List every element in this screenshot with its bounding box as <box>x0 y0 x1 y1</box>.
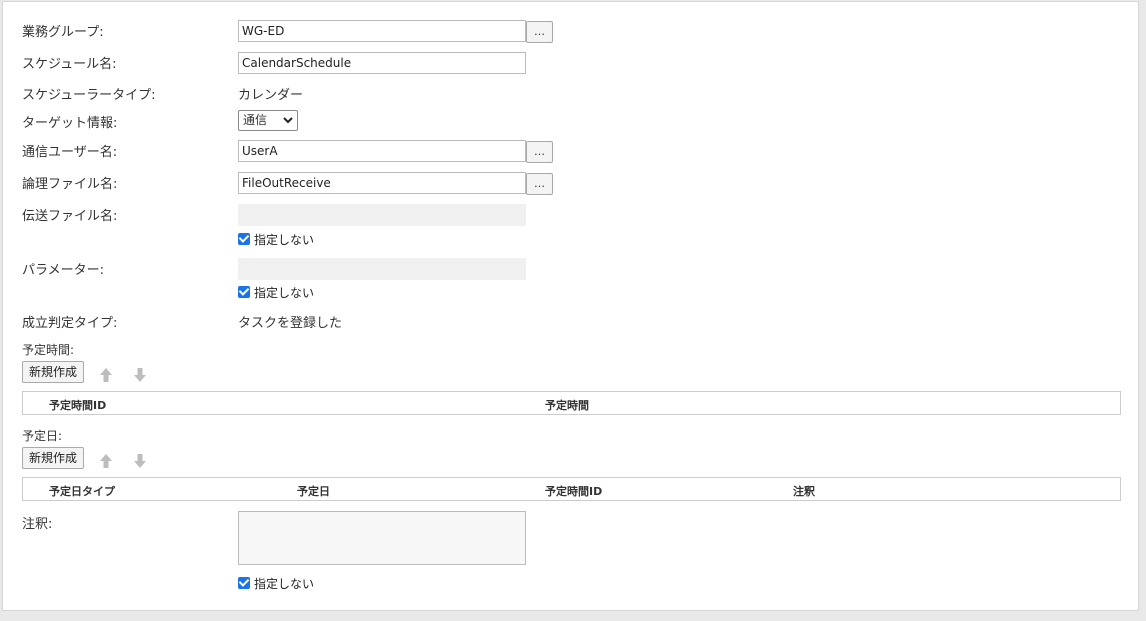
checkbox-checked-icon[interactable] <box>238 577 250 589</box>
group-label: 業務グループ: <box>22 25 104 40</box>
parameter-not-specified[interactable]: 指定しない <box>238 284 314 300</box>
schedule-name-input[interactable]: CalendarSchedule <box>238 52 526 74</box>
schedule-date-label: 予定日: <box>22 429 63 443</box>
logical-file-browse-button[interactable]: … <box>526 173 553 195</box>
scheduler-type-value: カレンダー <box>238 88 304 103</box>
success-type-label: 成立判定タイプ: <box>22 316 118 331</box>
arrow-up-icon[interactable] <box>99 453 113 469</box>
checkbox-checked-icon[interactable] <box>238 233 250 245</box>
transfer-file-input[interactable] <box>238 204 526 226</box>
notes-textarea[interactable] <box>238 511 526 565</box>
group-browse-button[interactable]: … <box>526 21 553 43</box>
transfer-file-label: 伝送ファイル名: <box>22 209 118 224</box>
column-header: 予定時間ID <box>545 485 603 498</box>
arrow-down-icon[interactable] <box>133 367 147 383</box>
chevron-down-icon <box>283 111 293 137</box>
column-header: 予定日 <box>297 485 330 498</box>
schedule-time-new-button[interactable]: 新規作成 <box>22 361 85 383</box>
notes-label: 注釈: <box>22 517 53 532</box>
comm-user-browse-button[interactable]: … <box>526 141 553 163</box>
parameter-not-specified-label: 指定しない <box>254 286 315 300</box>
schedule-date-new-button[interactable]: 新規作成 <box>22 447 85 469</box>
schedule-time-label: 予定時間: <box>22 343 75 357</box>
column-header: 予定時間 <box>545 399 589 412</box>
success-type-value: タスクを登録した <box>238 316 343 331</box>
schedule-form-panel: 業務グループ: WG-ED … スケジュール名: CalendarSchedul… <box>2 1 1139 611</box>
comm-user-input[interactable]: UserA <box>238 140 526 162</box>
logical-file-label: 論理ファイル名: <box>22 177 118 192</box>
notes-not-specified-label: 指定しない <box>254 577 315 591</box>
comm-user-label: 通信ユーザー名: <box>22 145 118 160</box>
schedule-name-label: スケジュール名: <box>22 57 117 72</box>
checkbox-checked-icon[interactable] <box>238 286 250 298</box>
scheduler-type-label: スケジューラータイプ: <box>22 88 156 103</box>
target-select[interactable]: 通信 <box>238 110 298 131</box>
logical-file-input[interactable]: FileOutReceive <box>238 172 526 194</box>
column-header: 予定日タイプ <box>49 485 115 498</box>
arrow-up-icon[interactable] <box>99 367 113 383</box>
schedule-time-table-header: 予定時間ID 予定時間 <box>22 391 1121 415</box>
transfer-file-not-specified[interactable]: 指定しない <box>238 231 314 247</box>
transfer-file-not-specified-label: 指定しない <box>254 233 315 247</box>
target-label: ターゲット情報: <box>22 116 118 131</box>
arrow-down-icon[interactable] <box>133 453 147 469</box>
parameter-label: パラメーター: <box>22 263 104 278</box>
parameter-input[interactable] <box>238 258 526 280</box>
column-header: 注釈 <box>793 485 815 498</box>
notes-not-specified[interactable]: 指定しない <box>238 575 314 591</box>
schedule-date-table-header: 予定日タイプ 予定日 予定時間ID 注釈 <box>22 477 1121 501</box>
target-select-value: 通信 <box>243 113 268 127</box>
column-header: 予定時間ID <box>49 399 107 412</box>
group-input[interactable]: WG-ED <box>238 20 526 42</box>
